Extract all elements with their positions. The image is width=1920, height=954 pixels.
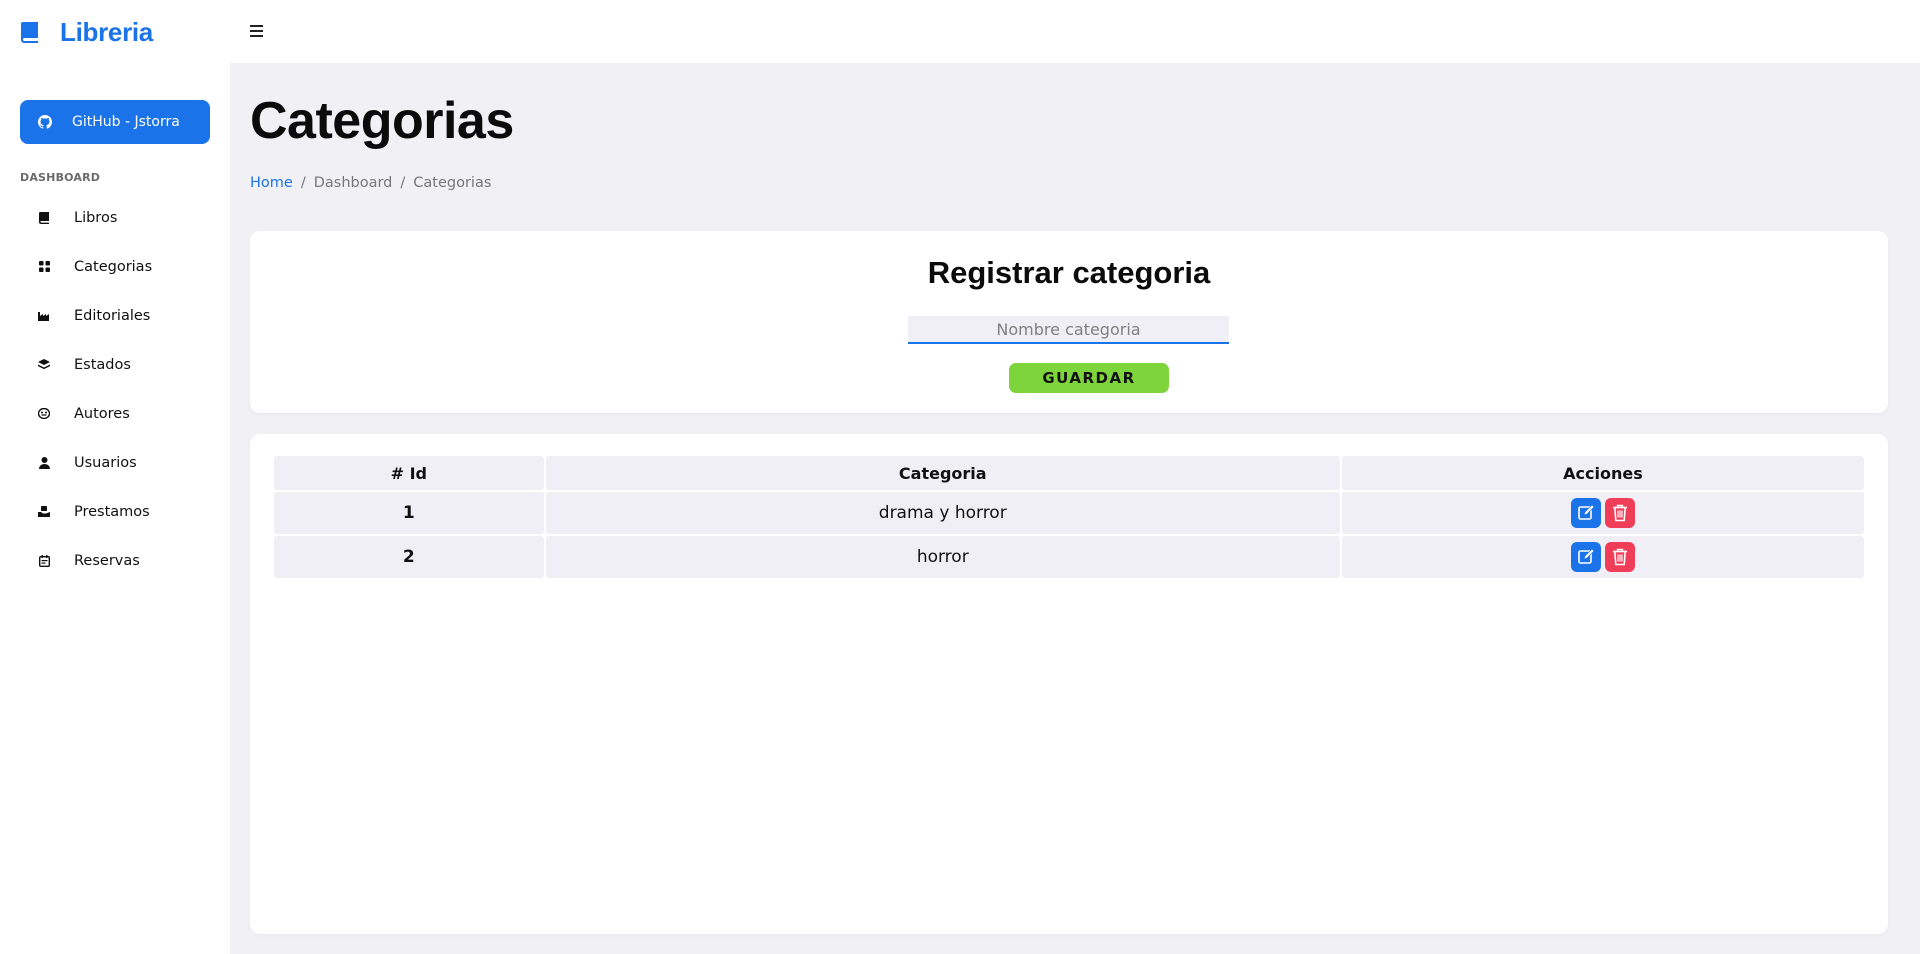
hamburger-icon (250, 25, 263, 27)
trash-icon (1612, 548, 1627, 566)
sidebar-item-label: Editoriales (74, 307, 151, 324)
sidebar-item-label: Usuarios (74, 454, 137, 471)
cell-id: 1 (274, 492, 544, 534)
sidebar-item-label: Reservas (74, 552, 140, 569)
breadcrumb: Home / Dashboard / Categorias (250, 175, 491, 191)
column-header-id: # Id (274, 456, 544, 490)
grid-icon (38, 261, 50, 273)
sidebar-item-reservas[interactable]: Reservas (0, 536, 230, 585)
save-button[interactable]: GUARDAR (1009, 363, 1169, 393)
section-label-dashboard: DASHBOARD (20, 171, 101, 184)
sidebar-item-editoriales[interactable]: Editoriales (0, 291, 230, 340)
cell-actions (1341, 492, 1864, 534)
sidebar-item-label: Prestamos (74, 503, 150, 520)
trash-icon (1612, 504, 1627, 522)
categories-table-card: # Id Categoria Acciones 1 drama y horror (250, 434, 1888, 934)
sidebar: GitHub - Jstorra DASHBOARD Libros Catego… (0, 63, 230, 954)
calendar-icon (38, 554, 50, 567)
cell-categoria: horror (545, 536, 1340, 578)
cell-id: 2 (274, 536, 544, 578)
hand-box-icon (38, 506, 50, 518)
table-header-row: # Id Categoria Acciones (274, 456, 1864, 490)
sidebar-item-autores[interactable]: Autores (0, 389, 230, 438)
row-actions (1570, 498, 1635, 528)
layers-icon (38, 359, 50, 371)
breadcrumb-separator: / (400, 175, 406, 191)
table-row: 2 horror (274, 536, 1864, 578)
column-header-categoria: Categoria (545, 456, 1340, 490)
book-icon (38, 211, 50, 224)
breadcrumb-separator: / (300, 175, 306, 191)
sidebar-item-categorias[interactable]: Categorias (0, 242, 230, 291)
row-actions (1570, 542, 1635, 572)
menu-toggle-button[interactable] (250, 22, 268, 40)
sidebar-item-label: Libros (74, 209, 118, 226)
cell-categoria: drama y horror (545, 492, 1340, 534)
brand-title: Libreria (60, 16, 153, 47)
edit-icon (1578, 548, 1595, 564)
form-title: Registrar categoria (927, 255, 1211, 290)
github-icon (38, 115, 52, 129)
delete-button[interactable] (1604, 498, 1635, 528)
github-button[interactable]: GitHub - Jstorra (20, 100, 210, 144)
edit-icon (1578, 504, 1595, 520)
brand[interactable]: Libreria (20, 16, 153, 48)
breadcrumb-dashboard: Dashboard (313, 175, 393, 191)
top-bar: Libreria (0, 0, 1920, 63)
delete-button[interactable] (1604, 542, 1635, 572)
sidebar-nav: Libros Categorias Editoriales Estados Au… (0, 193, 230, 585)
column-header-acciones: Acciones (1341, 456, 1864, 490)
category-name-input[interactable] (908, 316, 1229, 344)
sidebar-item-prestamos[interactable]: Prestamos (0, 487, 230, 536)
categories-table: # Id Categoria Acciones 1 drama y horror (272, 454, 1866, 580)
breadcrumb-home-link[interactable]: Home (250, 175, 293, 191)
sidebar-item-libros[interactable]: Libros (0, 193, 230, 242)
sidebar-item-label: Estados (74, 356, 131, 373)
user-icon (38, 456, 50, 469)
main-content: Categorias Home / Dashboard / Categorias… (230, 63, 1920, 954)
sidebar-item-estados[interactable]: Estados (0, 340, 230, 389)
cell-actions (1341, 536, 1864, 578)
github-label: GitHub - Jstorra (72, 114, 180, 130)
register-category-card: Registrar categoria GUARDAR (250, 231, 1888, 413)
sidebar-item-label: Categorias (74, 258, 153, 275)
edit-button[interactable] (1570, 498, 1601, 528)
mask-icon (38, 408, 50, 420)
sidebar-item-label: Autores (74, 405, 130, 422)
breadcrumb-current: Categorias (413, 175, 492, 191)
book-icon (20, 21, 40, 43)
table-row: 1 drama y horror (274, 492, 1864, 534)
sidebar-item-usuarios[interactable]: Usuarios (0, 438, 230, 487)
edit-button[interactable] (1570, 542, 1601, 572)
factory-icon (38, 310, 50, 322)
page-title: Categorias (250, 92, 514, 150)
